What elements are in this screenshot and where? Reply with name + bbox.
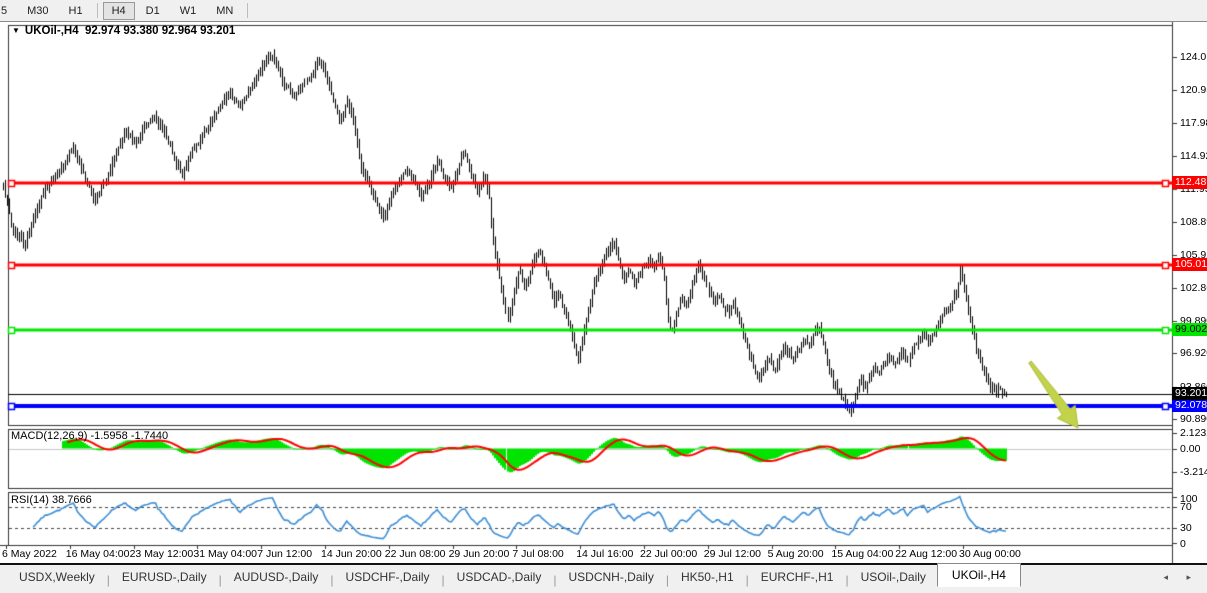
time-axis-label: 14 Jul 16:00 [576, 548, 633, 560]
chart-tab-usdx-weekly[interactable]: USDX,Weekly [8, 567, 106, 587]
timeframe-button-w1[interactable]: W1 [171, 2, 206, 20]
timeframe-button-h4[interactable]: H4 [103, 2, 135, 20]
price-axis-tick-label: 114.920 [1180, 150, 1207, 162]
rsi-axis-tick-label: 70 [1180, 501, 1192, 513]
rsi-axis-tick-label: 0 [1180, 538, 1186, 550]
time-axis-label: 14 Jun 20:00 [321, 548, 382, 560]
chart-tab-eurusd-daily[interactable]: EURUSD-,Daily [111, 567, 218, 587]
chart-tab-bar: USDX,Weekly|EURUSD-,Daily|AUDUSD-,Daily|… [0, 563, 1207, 593]
time-axis-label: 29 Jun 20:00 [449, 548, 510, 560]
timeframe-button-5[interactable]: 5 [0, 2, 16, 20]
time-axis-label: 29 Jul 12:00 [704, 548, 761, 560]
price-axis-tick-label: 108.890 [1180, 216, 1207, 228]
time-axis-label: 22 Jul 00:00 [640, 548, 697, 560]
timeframe-toolbar: 5M30H1 H4D1W1MN [0, 0, 1207, 22]
trading-terminal-window: 5M30H1 H4D1W1MN ▼ UKOil-,H4 92.974 93.380 … [0, 0, 1207, 593]
time-axis-label: 30 Aug 00:00 [959, 548, 1021, 560]
chart-tab-usdcad-daily[interactable]: USDCAD-,Daily [446, 567, 553, 587]
time-axis-label: 16 May 04:00 [66, 548, 130, 560]
timeframe-button-mn[interactable]: MN [207, 2, 242, 20]
timeframe-button-h1[interactable]: H1 [60, 2, 92, 20]
time-axis-label: 5 Aug 20:00 [768, 548, 824, 560]
time-axis-label: 22 Jun 08:00 [385, 548, 446, 560]
time-axis-label: 6 May 2022 [2, 548, 57, 560]
time-axis-label: 31 May 04:00 [193, 548, 257, 560]
macd-axis-tick-label: 2.1232 [1180, 427, 1207, 439]
time-axis-label: 22 Aug 12:00 [895, 548, 957, 560]
timeframe-button-m30[interactable]: M30 [18, 2, 57, 20]
timeframe-button-d1[interactable]: D1 [137, 2, 169, 20]
price-axis-tick-label: 102.860 [1180, 282, 1207, 294]
price-chart-canvas[interactable] [0, 22, 1207, 563]
price-level-badge: 99.002 [1172, 323, 1207, 336]
time-axis-label: 23 May 12:00 [130, 548, 194, 560]
chart-tab-usdcnh-daily[interactable]: USDCNH-,Daily [557, 567, 664, 587]
time-axis-label: 15 Aug 04:00 [831, 548, 893, 560]
toolbar-separator [247, 3, 248, 18]
chart-tab-hk50-h1[interactable]: HK50-,H1 [670, 567, 745, 587]
symbol-dropdown-icon[interactable]: ▼ [12, 26, 20, 35]
price-axis-tick-label: 120.950 [1180, 84, 1207, 96]
price-axis-tick-label: 96.920 [1180, 347, 1207, 359]
chart-tab-audusd-daily[interactable]: AUDUSD-,Daily [223, 567, 330, 587]
tab-scroll-arrows[interactable]: ◂ ▸ [1163, 572, 1199, 583]
chart-title-symbol: UKOil-,H4 [25, 25, 79, 37]
price-axis-tick-label: 90.890 [1180, 413, 1207, 425]
chart-tab-eurchf-h1[interactable]: EURCHF-,H1 [750, 567, 845, 587]
macd-indicator-label: MACD(12,26,9) -1.5958 -1.7440 [11, 430, 168, 442]
chart-tab-ukoil-h4[interactable]: UKOil-,H4 [937, 563, 1021, 587]
toolbar-separator [97, 3, 98, 18]
rsi-indicator-label: RSI(14) 38.7666 [11, 494, 92, 506]
price-level-badge: 92.078 [1172, 399, 1207, 412]
price-level-badge: 112.486 [1172, 176, 1207, 189]
price-axis-tick-label: 117.980 [1180, 117, 1207, 129]
rsi-axis-tick-label: 30 [1180, 522, 1192, 534]
macd-axis-tick-label: 0.00 [1180, 443, 1200, 455]
chart-tab-usdchf-daily[interactable]: USDCHF-,Daily [335, 567, 441, 587]
macd-axis-tick-label: -3.2148 [1180, 466, 1207, 478]
chart-window: ▼ UKOil-,H4 92.974 93.380 92.964 93.201 M… [0, 22, 1207, 563]
time-axis-label: 7 Jun 12:00 [257, 548, 312, 560]
chart-title: ▼ UKOil-,H4 92.974 93.380 92.964 93.201 [12, 25, 235, 37]
time-axis-label: 7 Jul 08:00 [512, 548, 563, 560]
price-level-badge: 105.015 [1172, 258, 1207, 271]
current-price-badge: 93.201 [1172, 387, 1207, 400]
chart-tab-usoil-daily[interactable]: USOil-,Daily [850, 567, 937, 587]
chart-title-ohlc: 92.974 93.380 92.964 93.201 [85, 25, 235, 37]
price-axis-tick-label: 124.010 [1180, 51, 1207, 63]
